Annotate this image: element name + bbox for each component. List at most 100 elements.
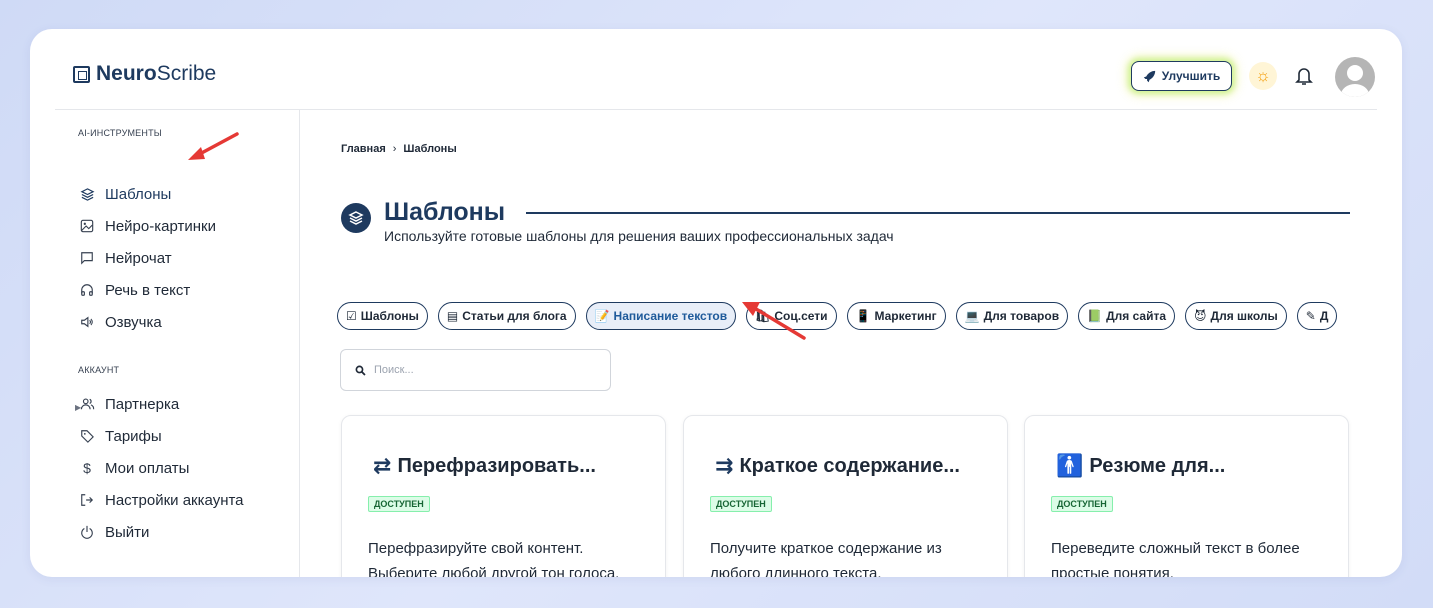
- mask-icon: 😈: [1194, 309, 1207, 323]
- tag-icon: [79, 428, 95, 444]
- tab-label: Написание текстов: [613, 309, 728, 323]
- logo-bold-text: Neuro: [96, 62, 157, 85]
- top-header: NeuroScribe Улучшить ☼: [55, 29, 1377, 110]
- tab-more[interactable]: ✎ Д: [1296, 302, 1338, 330]
- sidebar-item-label: Тарифы: [105, 427, 162, 445]
- page-subtitle: Используйте готовые шаблоны для решения …: [384, 228, 894, 244]
- rocket-icon: [1143, 70, 1155, 82]
- checkbox-icon: ☑: [346, 309, 357, 323]
- laptop-icon: 💻: [964, 309, 980, 323]
- breadcrumb-home[interactable]: Главная: [341, 143, 386, 155]
- logout-arrow-icon: [79, 492, 95, 508]
- headphones-icon: [79, 282, 95, 298]
- app-window: NeuroScribe Улучшить ☼ AI-ИНСТРУМЕНТЫ Ша…: [30, 29, 1402, 577]
- tab-label: Соц.сети: [774, 309, 828, 323]
- status-badge: ДОСТУПЕН: [368, 496, 430, 512]
- search-box[interactable]: [340, 349, 611, 391]
- shopping-bags-icon: 🛍: [755, 309, 771, 323]
- category-tabs: ☑ Шаблоны ▤ Статьи для блога 📝 Написание те…: [337, 302, 1338, 330]
- tab-marketing[interactable]: 📱 Маркетинг: [846, 302, 946, 330]
- card-title-text: Краткое содержание...: [739, 454, 960, 477]
- sidebar-item-label: Шаблоны: [105, 185, 172, 203]
- pencil-icon: ✎: [1305, 309, 1316, 323]
- sidebar-item-tariffs[interactable]: Тарифы: [79, 425, 162, 447]
- layers-icon: [79, 186, 95, 202]
- users-icon: [79, 396, 95, 412]
- tab-label: Статьи для блога: [462, 309, 567, 323]
- upgrade-label: Улучшить: [1161, 69, 1221, 83]
- upgrade-button[interactable]: Улучшить: [1131, 61, 1232, 91]
- sidebar-item-label: Речь в текст: [105, 281, 191, 299]
- card-title: 🚹 Резюме для...: [1056, 453, 1225, 479]
- user-avatar-icon[interactable]: [1335, 57, 1375, 97]
- chat-icon: [79, 250, 95, 266]
- speaker-icon: [79, 314, 95, 330]
- notepad-icon: ▤: [446, 309, 459, 323]
- search-input[interactable]: [374, 364, 574, 376]
- sidebar-item-neuro-images[interactable]: Нейро-картинки: [79, 215, 216, 237]
- tab-website[interactable]: 📗 Для сайта: [1078, 302, 1175, 330]
- card-description: Получите краткое содержание из любого дл…: [710, 540, 942, 577]
- ledger-icon: 📗: [1087, 309, 1103, 323]
- tab-label: Маркетинг: [874, 309, 937, 323]
- card-title-text: Перефразировать...: [397, 454, 596, 477]
- title-divider: [526, 212, 1350, 214]
- sidebar-item-label: Партнерка: [105, 395, 180, 413]
- logo-icon: [73, 65, 90, 83]
- phone-icon: 📱: [855, 309, 871, 323]
- tab-blog-articles[interactable]: ▤ Статьи для блога: [437, 302, 576, 330]
- tab-products[interactable]: 💻 Для товаров: [955, 302, 1069, 330]
- tab-label: Для сайта: [1106, 309, 1166, 323]
- status-badge: ДОСТУПЕН: [1051, 496, 1113, 512]
- sidebar-item-neurochat[interactable]: Нейрочат: [79, 247, 172, 269]
- sidebar-item-logout[interactable]: Выйти: [79, 521, 149, 543]
- main-content: Главная › Шаблоны Шаблоны Используйте го…: [301, 110, 1377, 577]
- sidebar-item-partner[interactable]: Партнерка: [79, 393, 179, 415]
- template-card[interactable]: ⇄ Перефразировать... ДОСТУПЕН Перефразир…: [341, 415, 666, 577]
- tab-text-writing[interactable]: 📝 Написание текстов: [585, 302, 737, 330]
- sidebar-item-label: Нейрочат: [105, 249, 172, 267]
- sidebar-item-voiceover[interactable]: Озвучка: [79, 311, 162, 333]
- card-title: ⇉ Краткое содержание...: [715, 453, 960, 479]
- sidebar-item-templates[interactable]: Шаблоны: [79, 183, 171, 205]
- template-card[interactable]: 🚹 Резюме для... ДОСТУПЕН Переведите слож…: [1024, 415, 1349, 577]
- page-title: Шаблоны: [384, 198, 506, 226]
- logo-rest-text: Scribe: [156, 62, 217, 85]
- template-card[interactable]: ⇉ Краткое содержание... ДОСТУПЕН Получит…: [683, 415, 1008, 577]
- card-description: Переведите сложный текст в более простые…: [1051, 540, 1300, 577]
- power-icon: [79, 524, 95, 540]
- sidebar-item-payments[interactable]: $ Мои оплаты: [79, 457, 189, 479]
- tab-label: Шаблоны: [360, 309, 419, 323]
- section-title-tools: AI-ИНСТРУМЕНТЫ: [78, 128, 162, 138]
- card-description: Перефразируйте свой контент. Выберите лю…: [368, 540, 620, 577]
- tab-label: Для школы: [1210, 309, 1278, 323]
- tab-label: Д: [1319, 309, 1329, 323]
- status-badge: ДОСТУПЕН: [710, 496, 772, 512]
- sidebar-item-label: Настройки аккаунта: [105, 491, 244, 509]
- tab-templates[interactable]: ☑ Шаблоны: [337, 302, 428, 330]
- image-icon: [79, 218, 95, 234]
- section-title-account: АККАУНТ: [78, 365, 120, 375]
- sidebar: AI-ИНСТРУМЕНТЫ Шаблоны Нейро-картинки Не…: [55, 110, 300, 577]
- search-icon: [355, 365, 366, 376]
- breadcrumb-separator: ›: [392, 143, 397, 155]
- child-icon: 🚹: [1056, 453, 1084, 478]
- app-logo[interactable]: NeuroScribe: [73, 62, 216, 86]
- card-title-text: Резюме для...: [1089, 454, 1226, 477]
- bell-icon[interactable]: [1292, 63, 1316, 89]
- sun-icon[interactable]: ☼: [1249, 62, 1277, 90]
- sidebar-item-account-settings[interactable]: Настройки аккаунта: [79, 489, 244, 511]
- sidebar-item-speech-to-text[interactable]: Речь в текст: [79, 279, 190, 301]
- dollar-icon: $: [83, 460, 91, 476]
- tab-label: Для товаров: [983, 309, 1060, 323]
- refresh-arrows-icon: ⇄: [373, 453, 392, 478]
- tab-social[interactable]: 🛍 Соц.сети: [746, 302, 837, 330]
- sidebar-item-label: Озвучка: [105, 313, 162, 331]
- sidebar-item-label: Выйти: [105, 523, 150, 541]
- breadcrumb-current: Шаблоны: [403, 143, 457, 155]
- layers-icon: [341, 203, 371, 233]
- memo-icon: 📝: [594, 309, 610, 323]
- tab-school[interactable]: 😈 Для школы: [1185, 302, 1287, 330]
- sidebar-item-label: Мои оплаты: [105, 459, 190, 477]
- summary-icon: ⇉: [715, 453, 734, 478]
